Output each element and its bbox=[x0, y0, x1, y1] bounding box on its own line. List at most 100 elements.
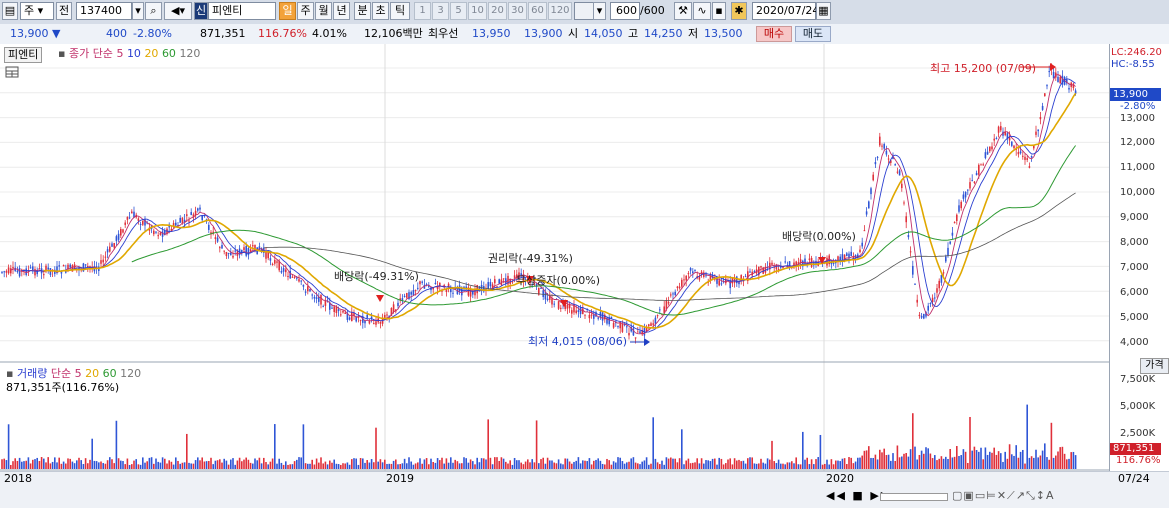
period-year-button[interactable]: 년 bbox=[333, 2, 350, 20]
candle-body bbox=[452, 292, 454, 294]
volume-bar bbox=[740, 461, 742, 469]
diag-tool-icon[interactable]: ⤡ bbox=[1026, 489, 1036, 502]
volume-bar bbox=[496, 457, 498, 469]
interval-60-button[interactable]: 60 bbox=[528, 2, 547, 20]
text-tool-icon[interactable]: A bbox=[1046, 489, 1055, 502]
volume-bar bbox=[997, 451, 1000, 469]
volume-bar bbox=[60, 463, 63, 469]
volume-bar bbox=[938, 458, 940, 469]
compare-icon[interactable]: ∿ bbox=[693, 2, 711, 20]
volume-bar bbox=[511, 464, 514, 469]
speaker-icon[interactable]: ◀▾ bbox=[164, 2, 192, 20]
code-input[interactable]: 137400 bbox=[76, 2, 132, 20]
rewind-icon[interactable]: ◀◀ bbox=[826, 489, 847, 502]
line-tool-icon[interactable]: ⟋ bbox=[1007, 489, 1016, 502]
volume-bar bbox=[177, 460, 179, 469]
cross-tool-icon[interactable]: ✕ bbox=[997, 489, 1007, 502]
candle-body bbox=[683, 279, 685, 281]
candle-body bbox=[32, 266, 34, 271]
volume-bar bbox=[978, 451, 980, 469]
calendar-icon[interactable]: ▦ bbox=[816, 2, 831, 20]
volume-bar bbox=[586, 461, 588, 469]
volume-bar bbox=[395, 459, 397, 469]
candle-body bbox=[923, 314, 925, 319]
candle-body bbox=[333, 306, 335, 312]
menu-icon[interactable]: ▤ bbox=[2, 2, 18, 20]
candle-body bbox=[883, 144, 885, 149]
box-tool-icon[interactable]: ▢ bbox=[952, 489, 963, 502]
volume-bar bbox=[117, 458, 120, 469]
candle-body bbox=[942, 272, 945, 274]
volume-bar bbox=[1004, 451, 1006, 469]
volume-bar bbox=[436, 458, 439, 469]
sell-button[interactable]: 매도 bbox=[795, 26, 831, 42]
buy-button[interactable]: 매수 bbox=[756, 26, 792, 42]
candle-body bbox=[153, 230, 155, 235]
candle-body bbox=[234, 250, 236, 252]
fib-tool-icon[interactable]: ⊨ bbox=[986, 489, 997, 502]
period-tick-button[interactable]: 틱 bbox=[390, 2, 410, 20]
count-input[interactable]: 600 bbox=[610, 2, 640, 20]
search-icon[interactable]: ⌕ bbox=[145, 2, 162, 20]
period-second-button[interactable]: 초 bbox=[372, 2, 389, 20]
interval-1-button[interactable]: 1 bbox=[414, 2, 431, 20]
volume-bar bbox=[769, 459, 771, 469]
interval-20-button[interactable]: 20 bbox=[488, 2, 507, 20]
trend-tool-icon[interactable]: ↕ bbox=[1036, 489, 1046, 502]
open-price: 14,050 bbox=[584, 27, 623, 40]
candle-body bbox=[1017, 152, 1020, 155]
interval-3-button[interactable]: 3 bbox=[432, 2, 449, 20]
interval-5-button[interactable]: 5 bbox=[450, 2, 467, 20]
trade-amount: 12,106백만 bbox=[364, 27, 423, 40]
code-dropdown-icon[interactable]: ▾ bbox=[132, 2, 144, 20]
drawing-tools[interactable]: ▢▣▭⊨✕⟋↗⤡↕A bbox=[952, 489, 1055, 503]
arrow-tool-icon[interactable]: ↗ bbox=[1016, 489, 1026, 502]
stock-name-field[interactable]: 피엔티 bbox=[208, 2, 276, 20]
candle-body bbox=[12, 267, 14, 269]
period-day-button[interactable]: 일 bbox=[279, 2, 296, 20]
price-side-button[interactable]: 가격 bbox=[1140, 358, 1169, 374]
candle-body bbox=[859, 249, 861, 253]
period-month-button[interactable]: 월 bbox=[315, 2, 332, 20]
volume-bar bbox=[923, 453, 925, 469]
volume-bar bbox=[885, 455, 888, 469]
settings-gear-icon[interactable]: ✱ bbox=[731, 2, 747, 20]
period-minute-button[interactable]: 분 bbox=[354, 2, 371, 20]
copy-tool-icon[interactable]: ▣ bbox=[963, 489, 974, 502]
volume-bar bbox=[551, 460, 553, 469]
volume-bar bbox=[1063, 453, 1066, 469]
volume-bar bbox=[595, 459, 597, 469]
interval-30-button[interactable]: 30 bbox=[508, 2, 527, 20]
tool-icon[interactable]: ⚒ bbox=[674, 2, 692, 20]
interval-dropdown-icon[interactable]: ▾ bbox=[593, 2, 606, 20]
volume-bar bbox=[826, 459, 828, 469]
period-week-button[interactable]: 주 bbox=[297, 2, 314, 20]
jeon-button[interactable]: 전 bbox=[56, 2, 72, 20]
candle-body bbox=[914, 283, 916, 285]
rect-tool-icon[interactable]: ▭ bbox=[975, 489, 986, 502]
x-axis-label: 2018 bbox=[4, 472, 32, 485]
volume-bar bbox=[95, 461, 98, 469]
candle-body bbox=[219, 247, 221, 249]
volume-bar bbox=[744, 463, 747, 469]
date-input[interactable]: 2020/07/24 bbox=[752, 2, 819, 20]
volume-bar bbox=[414, 463, 417, 469]
interval-120-button[interactable]: 120 bbox=[548, 2, 572, 20]
volume-bar bbox=[412, 464, 415, 469]
count-total: /600 bbox=[640, 4, 665, 17]
candle-body bbox=[1048, 71, 1050, 73]
candle-body bbox=[5, 270, 8, 273]
market-label: 주 bbox=[24, 4, 35, 17]
interval-10-button[interactable]: 10 bbox=[468, 2, 487, 20]
candle-body bbox=[687, 273, 690, 275]
price-panel-tag[interactable]: 피엔티 bbox=[4, 47, 43, 63]
candle-body bbox=[678, 286, 681, 289]
save-icon[interactable]: ▪ bbox=[712, 2, 726, 20]
volume-bar bbox=[441, 457, 443, 469]
scroll-slider[interactable] bbox=[880, 493, 948, 501]
volume-bar bbox=[773, 461, 775, 469]
volume-bar bbox=[80, 460, 82, 469]
market-select[interactable]: 주 ▾ bbox=[20, 2, 54, 20]
candle-body bbox=[318, 297, 320, 302]
stop-icon[interactable]: ■ bbox=[852, 489, 864, 502]
